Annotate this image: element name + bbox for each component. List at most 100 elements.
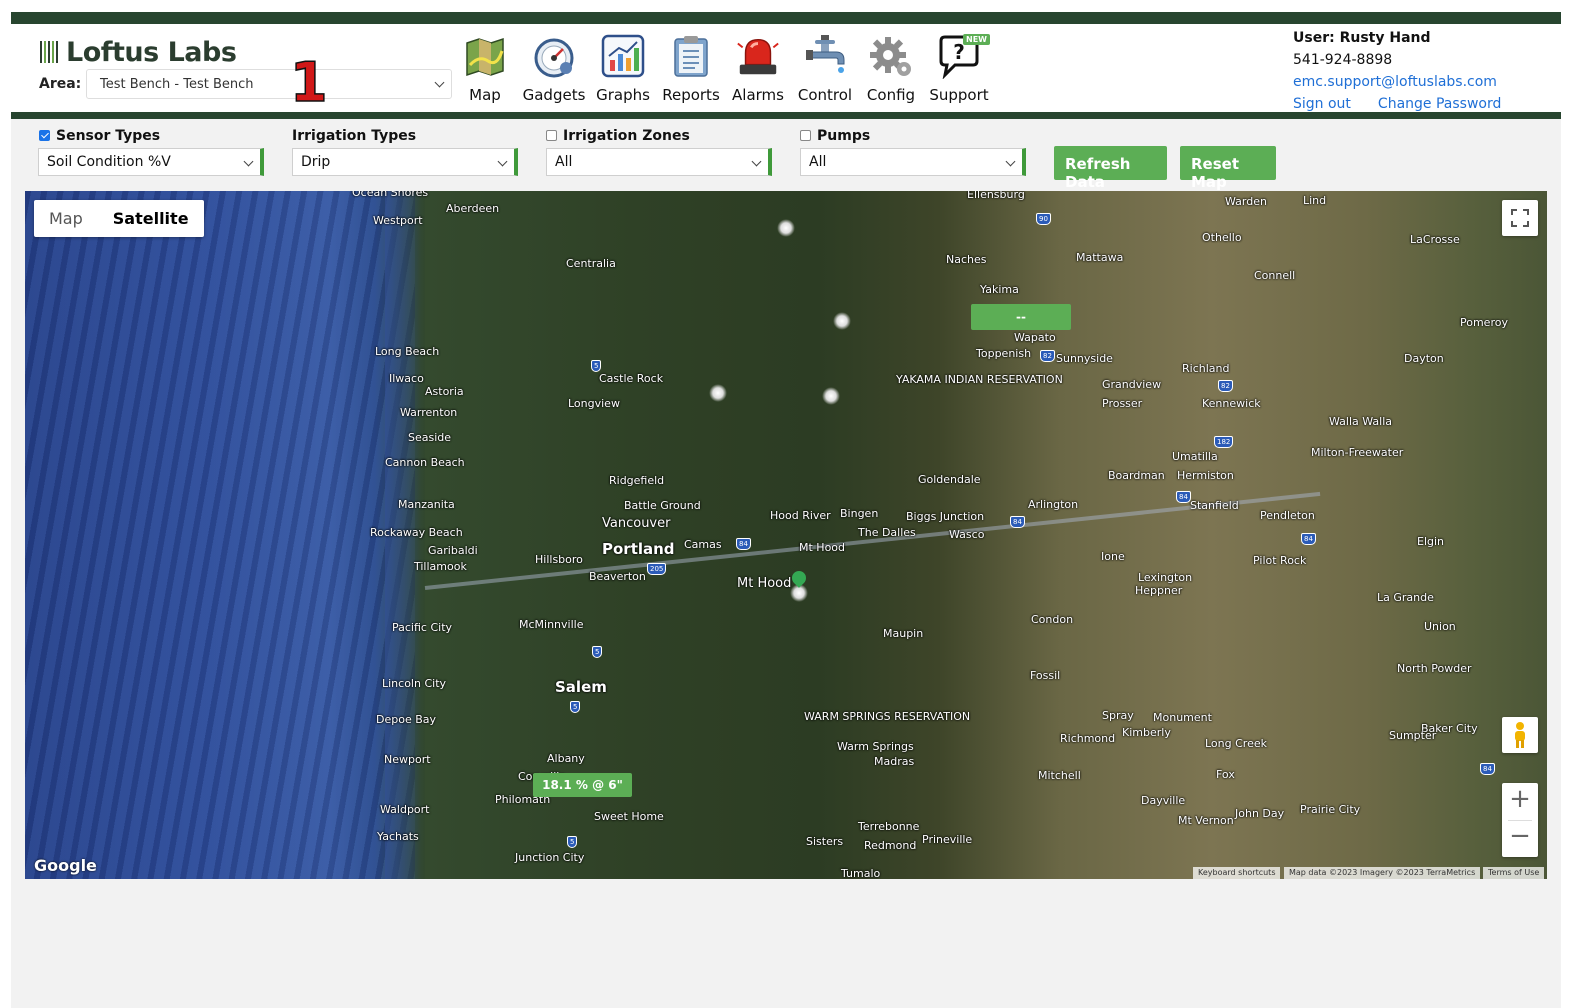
map-place-label: Tumalo bbox=[841, 867, 881, 879]
map-place-label: Salem bbox=[555, 678, 607, 696]
nav-support[interactable]: ? NEW Support bbox=[928, 32, 990, 104]
map-place-label: Grandview bbox=[1102, 378, 1162, 391]
nav-reports[interactable]: Reports bbox=[661, 32, 721, 104]
refresh-data-button[interactable]: Refresh Data bbox=[1054, 146, 1167, 191]
highway-shield: 84 bbox=[736, 538, 751, 550]
nav-config[interactable]: Config bbox=[866, 32, 916, 104]
map-place-label: Madras bbox=[874, 755, 915, 768]
map-place-label: John Day bbox=[1235, 807, 1285, 820]
faucet-icon bbox=[801, 32, 849, 80]
map-place-label: Sunnyside bbox=[1056, 352, 1113, 365]
map-place-label: Richmond bbox=[1060, 732, 1116, 745]
map-place-label: Aberdeen bbox=[446, 202, 500, 215]
map-place-label: Mattawa bbox=[1076, 251, 1124, 264]
siren-icon bbox=[734, 32, 782, 80]
map-place-label: Albany bbox=[547, 752, 585, 765]
nav-label: Graphs bbox=[596, 86, 650, 104]
map-place-label: Biggs Junction bbox=[906, 510, 985, 523]
map-type-map[interactable]: Map bbox=[34, 200, 98, 237]
map-place-label: Seaside bbox=[408, 431, 452, 444]
sign-out-link[interactable]: Sign out bbox=[1293, 96, 1351, 112]
map-place-label: Richland bbox=[1182, 362, 1230, 375]
map-place-label: Tillamook bbox=[414, 560, 467, 573]
map-place-label: Camas bbox=[684, 538, 722, 551]
map-place-label: Spray bbox=[1102, 709, 1134, 722]
nav-label: Gadgets bbox=[522, 86, 586, 104]
map-place-label: Rockaway Beach bbox=[370, 526, 463, 539]
irrigation-types-select[interactable]: Drip bbox=[292, 148, 518, 176]
support-email-link[interactable]: emc.support@loftuslabs.com bbox=[1293, 74, 1497, 90]
reset-map-button[interactable]: Reset Map bbox=[1180, 146, 1276, 191]
map-place-label: Wapato bbox=[1014, 331, 1056, 344]
nav-control[interactable]: Control bbox=[797, 32, 853, 104]
map-place-label: Condon bbox=[1031, 613, 1074, 626]
map-place-label: Cannon Beach bbox=[385, 456, 465, 469]
fullscreen-icon bbox=[1511, 209, 1529, 227]
nav-map[interactable]: Map bbox=[461, 32, 509, 104]
map-place-label: LaCrosse bbox=[1410, 233, 1460, 246]
nav-alarms[interactable]: Alarms bbox=[731, 32, 785, 104]
map-place-label: Connell bbox=[1254, 269, 1296, 282]
chevron-down-icon bbox=[434, 77, 445, 88]
map-place-label: WARM SPRINGS RESERVATION bbox=[804, 710, 971, 723]
zoom-out-button[interactable]: − bbox=[1509, 821, 1531, 857]
sensor-types-text: Sensor Types bbox=[56, 128, 161, 144]
mountain-pin-icon[interactable] bbox=[789, 568, 809, 588]
pumps-select[interactable]: All bbox=[800, 148, 1026, 176]
map-place-label: Pilot Rock bbox=[1253, 554, 1307, 567]
map-place-label: North Powder bbox=[1397, 662, 1472, 675]
map-place-label: Othello bbox=[1202, 231, 1242, 244]
irrigation-zones-value: All bbox=[555, 154, 573, 170]
pumps-checkbox[interactable] bbox=[800, 130, 811, 141]
map-place-label: Lind bbox=[1303, 194, 1327, 207]
fullscreen-button[interactable] bbox=[1502, 200, 1538, 236]
chevron-down-icon bbox=[751, 156, 762, 167]
nav-gadgets[interactable]: Gadgets bbox=[522, 32, 586, 104]
sensor-types-label[interactable]: Sensor Types bbox=[39, 128, 160, 144]
nav-label: Control bbox=[797, 86, 853, 104]
nav-label: Support bbox=[929, 86, 989, 104]
keyboard-shortcuts-link[interactable]: Keyboard shortcuts bbox=[1193, 867, 1281, 879]
snow-peak bbox=[777, 219, 795, 237]
logo[interactable]: Loftus Labs bbox=[40, 36, 237, 68]
terms-of-use-link[interactable]: Terms of Use bbox=[1483, 867, 1545, 879]
map-place-label: Warm Springs bbox=[837, 740, 914, 753]
map-place-label: Kimberly bbox=[1122, 726, 1171, 739]
map-place-label: Redmond bbox=[864, 839, 917, 852]
zoom-in-button[interactable]: + bbox=[1509, 784, 1531, 820]
irrigation-zones-checkbox[interactable] bbox=[546, 130, 557, 141]
gear-icon bbox=[867, 32, 915, 80]
street-view-pegman[interactable] bbox=[1502, 717, 1538, 753]
map-place-label: Dayville bbox=[1141, 794, 1186, 807]
sensor-types-select[interactable]: Soil Condition %V bbox=[38, 148, 264, 176]
map-place-label: Centralia bbox=[566, 257, 616, 270]
map-place-label: Boardman bbox=[1108, 469, 1165, 482]
irrigation-zones-label[interactable]: Irrigation Zones bbox=[546, 128, 690, 144]
pumps-label[interactable]: Pumps bbox=[800, 128, 870, 144]
chat-help-icon: ? NEW bbox=[935, 32, 990, 80]
area-select-value: Test Bench - Test Bench bbox=[100, 77, 254, 92]
map-place-label: Union bbox=[1424, 620, 1456, 633]
map-type-satellite[interactable]: Satellite bbox=[98, 200, 204, 237]
map-place-label: Terrebonne bbox=[858, 820, 920, 833]
highway-shield: 84 bbox=[1480, 763, 1495, 775]
sensor-marker[interactable]: 18.1 % @ 6" bbox=[533, 773, 632, 797]
map-place-label: Toppenish bbox=[976, 347, 1032, 360]
highway-shield: 82 bbox=[1040, 350, 1055, 362]
map-place-label: Pendleton bbox=[1260, 509, 1315, 522]
snow-peak bbox=[822, 387, 840, 405]
highway-shield: 205 bbox=[647, 563, 667, 575]
change-password-link[interactable]: Change Password bbox=[1378, 96, 1501, 112]
highway-shield: 84 bbox=[1301, 533, 1316, 545]
map-place-label: Long Beach bbox=[375, 345, 440, 358]
sensor-types-checkbox[interactable] bbox=[39, 130, 50, 141]
irrigation-zones-select[interactable]: All bbox=[546, 148, 772, 176]
nav-graphs[interactable]: Graphs bbox=[596, 32, 650, 104]
area-select[interactable]: Test Bench - Test Bench bbox=[86, 69, 452, 99]
highway-shield: 84 bbox=[1176, 491, 1191, 503]
sensor-marker[interactable]: -- bbox=[971, 304, 1071, 330]
map-canvas[interactable]: Ocean Shores Aberdeen Westport Centralia Lon… bbox=[25, 191, 1547, 879]
map-place-label: Lexington bbox=[1138, 571, 1193, 584]
map-type-toggle: Map Satellite bbox=[34, 200, 204, 237]
map-place-label: Arlington bbox=[1028, 498, 1079, 511]
